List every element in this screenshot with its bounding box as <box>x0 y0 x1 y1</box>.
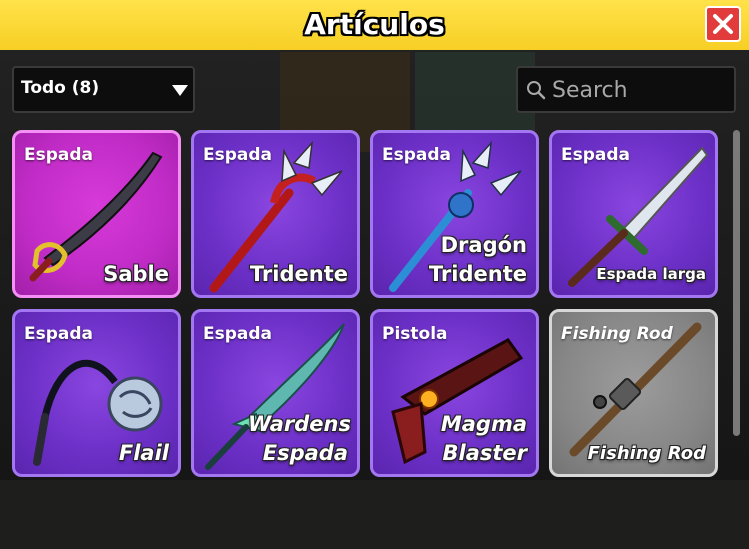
item-name: Magma Blaster <box>440 412 527 465</box>
item-name: Tridente <box>249 262 348 286</box>
item-card-tridente[interactable]: Espada Tridente <box>191 130 360 298</box>
page-title: Artículos <box>304 8 445 41</box>
search-icon <box>527 81 546 100</box>
item-category: Fishing Rod <box>561 324 673 344</box>
item-card-fishing-rod[interactable]: Fishing Rod Fishing Rod <box>549 309 718 477</box>
item-card-wardens-espada[interactable]: Espada Wardens Espada <box>191 309 360 477</box>
item-card-magma-blaster[interactable]: Pistola Magma Blaster <box>370 309 539 477</box>
item-category: Espada <box>203 324 273 344</box>
item-card-flail[interactable]: Espada Flail <box>12 309 181 477</box>
category-filter-dropdown[interactable]: Todo (8) <box>12 66 195 113</box>
item-name: Sable <box>103 262 169 286</box>
item-category: Espada <box>203 145 273 165</box>
filter-selected-label: Todo (8) <box>21 78 100 98</box>
item-category: Espada <box>24 324 94 344</box>
item-category: Espada <box>561 145 631 165</box>
item-name: Wardens Espada <box>248 412 351 465</box>
search-input[interactable] <box>550 74 734 106</box>
item-name: Dragón Tridente <box>428 233 527 286</box>
item-category: Pistola <box>382 324 448 344</box>
item-card-dragon-tridente[interactable]: Espada Dragón Tridente <box>370 130 539 298</box>
background-scenery <box>0 480 749 549</box>
item-card-sable[interactable]: Espada Sable <box>12 130 181 298</box>
scrollbar[interactable] <box>733 130 740 436</box>
chevron-down-icon <box>172 85 188 96</box>
item-category: Espada <box>382 145 452 165</box>
close-icon <box>713 14 733 34</box>
header-bar: Artículos <box>0 0 749 50</box>
item-name: Espada larga <box>596 265 706 283</box>
item-card-espada-larga[interactable]: Espada Espada larga <box>549 130 718 298</box>
item-name: Fishing Rod <box>587 443 706 464</box>
close-button[interactable] <box>705 6 741 42</box>
search-box <box>516 66 736 113</box>
item-name: Flail <box>118 441 169 465</box>
item-category: Espada <box>24 145 94 165</box>
